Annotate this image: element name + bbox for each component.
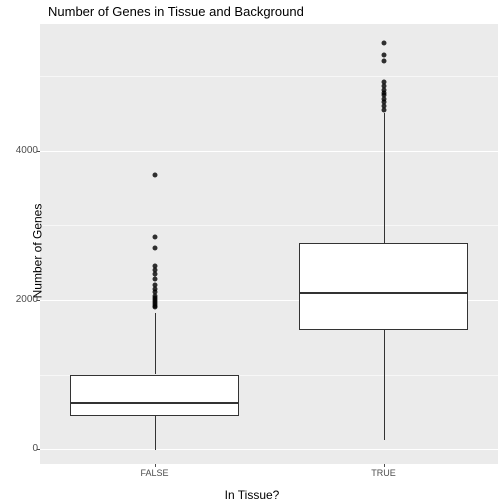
x-tick (155, 464, 156, 467)
gridline (40, 151, 498, 152)
y-axis-label: Number of Genes (30, 204, 44, 299)
outlier-point (152, 234, 157, 239)
median-line (299, 292, 468, 294)
outlier-point (152, 264, 157, 269)
plot-panel (40, 24, 498, 464)
outlier-point (381, 80, 386, 85)
whisker-upper (384, 113, 385, 242)
y-tick-label: 2000 (2, 294, 38, 305)
outlier-point (381, 40, 386, 45)
y-tick-label: 0 (2, 443, 38, 454)
outlier-point (152, 245, 157, 250)
outlier-point (152, 172, 157, 177)
outlier-point (381, 59, 386, 64)
y-tick (37, 300, 40, 301)
x-axis-label: In Tissue? (225, 488, 280, 502)
whisker-lower (155, 416, 156, 450)
box (299, 243, 468, 330)
box (70, 375, 239, 416)
outlier-point (381, 53, 386, 58)
median-line (70, 402, 239, 404)
chart-title: Number of Genes in Tissue and Background (48, 4, 304, 19)
whisker-lower (384, 330, 385, 440)
y-tick (37, 449, 40, 450)
whisker-upper (155, 313, 156, 374)
y-tick-label: 4000 (2, 145, 38, 156)
x-tick-label: FALSE (140, 468, 168, 478)
gridline (40, 449, 498, 450)
outlier-point (152, 283, 157, 288)
outlier-point (152, 277, 157, 282)
x-tick-label: TRUE (371, 468, 396, 478)
gridline-minor (40, 225, 498, 226)
x-tick (384, 464, 385, 467)
y-tick (37, 151, 40, 152)
gridline-minor (40, 76, 498, 77)
